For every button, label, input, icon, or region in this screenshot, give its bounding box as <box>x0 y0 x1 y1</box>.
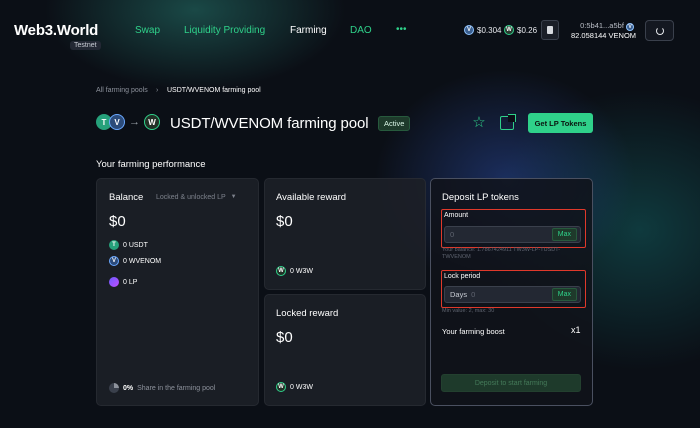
nav-liquidity-providing[interactable]: Liquidity Providing <box>184 25 265 36</box>
testnet-badge: Testnet <box>70 41 101 50</box>
available-reward-value: $0 <box>276 213 293 230</box>
arrow-right-icon: → <box>129 116 140 128</box>
wallet-balance: 82.058144 VENOM <box>571 31 637 40</box>
logout-icon <box>655 26 664 35</box>
usdt-icon: T <box>109 240 119 250</box>
locked-reward-card: Locked reward $0 W 0 W3W <box>264 294 426 406</box>
w3w-price-value: $0.26 <box>517 25 538 35</box>
w3w-icon: W <box>276 382 286 392</box>
pool-pair-icons: T V → W <box>96 114 160 130</box>
pool-share-label: Share in the farming pool <box>137 384 216 392</box>
lp-balance-row: 0 LP <box>109 277 137 287</box>
lp-amount: 0 LP <box>123 278 138 286</box>
available-reward-label: Available reward <box>276 192 347 203</box>
pool-share-row: 0% Share in the farming pool <box>109 383 215 393</box>
status-badge: Active <box>378 116 411 131</box>
favorite-star-icon[interactable]: ☆ <box>471 115 487 131</box>
nav-farming[interactable]: Farming <box>290 25 327 36</box>
lock-period-label: Lock period <box>444 273 481 280</box>
breadcrumb-separator: › <box>156 87 159 94</box>
lock-period-input[interactable]: Days 0 Max <box>444 286 581 303</box>
breadcrumb-all-pools[interactable]: All farming pools <box>96 87 148 94</box>
lp-filter-value: Locked & unlocked LP <box>156 194 226 201</box>
days-prefix: Days <box>450 290 468 299</box>
available-w3w-row: W 0 W3W <box>276 266 313 276</box>
chevron-down-icon: ▼ <box>230 194 237 200</box>
locked-w3w-row: W 0 W3W <box>276 382 313 392</box>
page-title: USDT/WVENOM farming pool <box>170 115 369 132</box>
nav-dao[interactable]: DAO <box>350 25 372 36</box>
amount-placeholder: 0 <box>450 230 455 239</box>
wvenom-token-icon: V <box>109 114 125 130</box>
venom-price-value: $0.304 <box>477 25 502 35</box>
app-logo[interactable]: Web3.World <box>14 22 98 39</box>
deposit-submit-button[interactable]: Deposit to start farming <box>441 374 581 392</box>
available-w3w-amount: 0 W3W <box>290 267 313 275</box>
lp-filter-dropdown[interactable]: Locked & unlocked LP ▼ <box>156 194 237 201</box>
amount-input[interactable]: 0 Max <box>444 226 581 243</box>
wallet-address-text: 0:5b41...a5bf <box>580 21 624 30</box>
wvenom-icon: V <box>109 256 119 266</box>
nav-more-icon[interactable]: ••• <box>396 24 407 35</box>
wvenom-balance-row: V 0 WVENOM <box>109 256 161 266</box>
lp-balance-hint: Your balance: 1.7867424911 TW3W-LP-TUSDT… <box>442 247 561 260</box>
get-lp-tokens-button[interactable]: Get LP Tokens <box>528 113 593 133</box>
balance-card: Balance Locked & unlocked LP ▼ $0 T 0 US… <box>96 178 259 406</box>
balance-value: $0 <box>109 213 126 230</box>
farming-boost-value: x1 <box>571 325 581 335</box>
venom-network-icon: V <box>626 23 634 31</box>
amount-field-group: Amount 0 Max <box>441 209 586 248</box>
nav-swap[interactable]: Swap <box>135 25 160 36</box>
w3w-price: W $0.26 <box>504 25 537 35</box>
logout-button[interactable] <box>645 20 674 41</box>
pool-share-value: 0% <box>123 384 134 392</box>
usdt-amount: 0 USDT <box>123 241 148 249</box>
farming-boost-label: Your farming boost <box>442 327 505 336</box>
venom-token-icon: V <box>464 25 474 35</box>
amount-max-button[interactable]: Max <box>551 228 577 241</box>
lock-max-button[interactable]: Max <box>551 288 577 301</box>
w3w-token-icon: W <box>504 25 514 35</box>
wvenom-amount: 0 WVENOM <box>123 257 162 265</box>
amount-label: Amount <box>444 212 469 219</box>
deposit-card: Deposit LP tokens Amount 0 Max Your bala… <box>430 178 593 406</box>
lp-icon <box>109 277 119 287</box>
external-link-icon[interactable] <box>500 114 516 130</box>
lock-period-field-group: Lock period Days 0 Max <box>441 270 586 308</box>
breadcrumb-current: USDT/WVENOM farming pool <box>167 87 261 94</box>
deposit-title: Deposit LP tokens <box>442 192 519 203</box>
days-placeholder: 0 <box>471 290 476 299</box>
balance-label: Balance <box>109 192 144 203</box>
performance-heading: Your farming performance <box>96 159 206 170</box>
usdt-balance-row: T 0 USDT <box>109 240 148 250</box>
venom-price: V $0.304 <box>464 25 501 35</box>
locked-w3w-amount: 0 W3W <box>290 383 313 391</box>
locked-reward-label: Locked reward <box>276 308 339 319</box>
w3w-icon: W <box>276 266 286 276</box>
w3w-reward-icon: W <box>144 114 160 130</box>
locked-reward-value: $0 <box>276 329 293 346</box>
wallet-address[interactable]: 0:5b41...a5bf V <box>571 21 634 31</box>
wallet-icon[interactable] <box>541 20 559 40</box>
pie-chart-icon <box>109 383 119 393</box>
lock-period-hint: Min value: 2, max: 30 <box>442 308 495 314</box>
available-reward-card: Available reward $0 W 0 W3W <box>264 178 426 290</box>
